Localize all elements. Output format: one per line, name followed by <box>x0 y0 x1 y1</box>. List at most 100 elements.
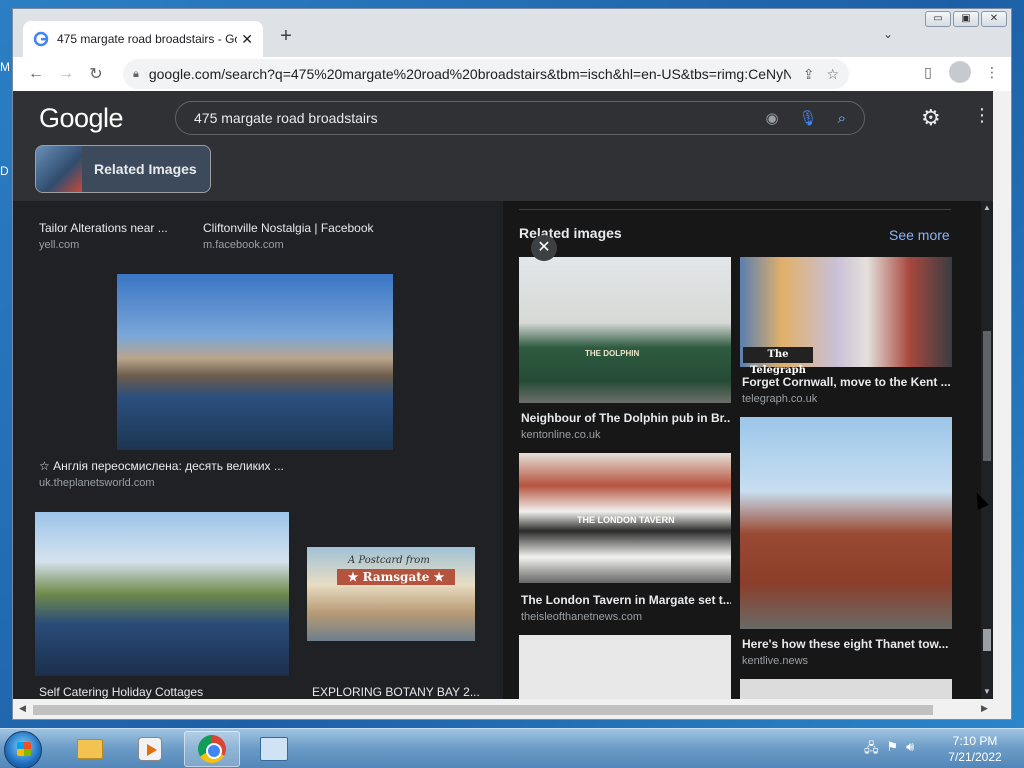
tab-title: 475 margate road broadstairs - Google Se… <box>57 32 237 46</box>
related-images-chip[interactable]: Related Images <box>35 145 211 193</box>
image-results: Tailor Alterations near ... yell.com Cli… <box>13 201 493 699</box>
see-more-link[interactable]: See more <box>889 227 950 243</box>
profile-avatar-icon[interactable] <box>949 61 971 83</box>
clock-date: 7/21/2022 <box>948 750 1002 764</box>
result-title[interactable]: Self Catering Holiday Cottages <box>39 685 203 699</box>
chip-label: Related Images <box>94 161 197 177</box>
windows-logo-icon <box>17 742 31 756</box>
chrome-icon <box>198 735 226 763</box>
close-icon[interactable]: ✕ <box>531 235 557 261</box>
minimize-button[interactable]: ▭ <box>925 11 951 27</box>
close-window-button[interactable]: ✕ <box>981 11 1007 27</box>
scroll-up-icon[interactable]: ▲ <box>983 203 991 212</box>
reload-icon[interactable]: ↻ <box>81 59 111 89</box>
tab-strip: 475 margate road broadstairs - Google Se… <box>13 9 1011 57</box>
scrollbar-thumb-secondary[interactable] <box>983 629 991 651</box>
result-source[interactable]: yell.com <box>39 239 79 251</box>
related-source[interactable]: theisleofthanetnews.com <box>521 611 642 623</box>
side-panel-icon[interactable]: ▯ <box>917 64 939 81</box>
result-source[interactable]: m.facebook.com <box>203 239 284 251</box>
action-center-flag-icon[interactable]: ⚑ <box>887 739 899 761</box>
new-tab-button[interactable]: + <box>275 25 297 48</box>
share-icon[interactable]: ⇪ <box>803 66 815 83</box>
result-title[interactable]: Cliftonville Nostalgia | Facebook <box>203 221 374 235</box>
browser-tab[interactable]: 475 margate road broadstairs - Google Se… <box>23 21 263 57</box>
scroll-down-icon[interactable]: ▼ <box>983 687 991 696</box>
related-title[interactable]: Here's how these eight Thanet tow... <box>742 637 952 651</box>
scrollbar-thumb[interactable] <box>983 331 991 461</box>
panel-divider <box>519 209 951 210</box>
search-box[interactable]: 475 margate road broadstairs ◉ 🎙︎ ⌕ <box>175 101 865 135</box>
back-icon[interactable]: ← <box>21 59 51 89</box>
related-image-tower[interactable] <box>519 635 731 699</box>
toolbar-right: ▯ ⋮ <box>917 61 1003 83</box>
related-title[interactable]: Neighbour of The Dolphin pub in Br... <box>521 411 731 425</box>
url-text[interactable]: google.com/search?q=475%20margate%20road… <box>149 66 791 82</box>
google-logo[interactable]: Google <box>39 103 124 134</box>
result-title[interactable]: EXPLORING BOTANY BAY 2... <box>312 685 480 699</box>
clock[interactable]: 7:10 PM 7/21/2022 <box>940 733 1010 765</box>
google-favicon-icon <box>33 31 49 47</box>
taskbar-control-panel[interactable] <box>246 731 302 767</box>
clock-time: 7:10 PM <box>952 734 998 748</box>
postcard-title: A Postcard from <box>348 555 430 566</box>
tab-search-icon[interactable]: ⌄ <box>883 27 893 41</box>
related-image-partial[interactable] <box>740 679 952 699</box>
network-icon[interactable]: 🖧︎ <box>864 739 879 761</box>
browser-window: 475 margate road broadstairs - Google Se… <box>12 8 1012 720</box>
gear-icon[interactable]: ⚙ <box>921 105 941 131</box>
panel-scrollbar[interactable]: ▲ ▼ <box>981 201 993 699</box>
related-source[interactable]: kentonline.co.uk <box>521 429 601 441</box>
microphone-icon[interactable]: 🎙︎ <box>799 109 818 127</box>
chip-thumbnail <box>36 146 82 192</box>
result-title[interactable]: ☆ Англія переосмислена: десять великих .… <box>39 459 284 473</box>
search-icon[interactable]: ⌕ <box>838 110 846 127</box>
lock-icon[interactable]: 🔒︎ <box>133 68 139 81</box>
system-tray: 🖧︎ ⚑ 🔊︎ <box>864 739 914 761</box>
scroll-right-icon[interactable]: ▶ <box>981 703 988 714</box>
apps-grid-icon[interactable]: ⋮⋮⋮ <box>973 105 993 126</box>
related-source[interactable]: telegraph.co.uk <box>742 393 817 405</box>
related-images-panel: Related images See more THE DOLPHIN ✕ Th… <box>503 201 981 699</box>
forward-icon[interactable]: → <box>51 59 81 89</box>
result-title[interactable]: Tailor Alterations near ... <box>39 221 168 235</box>
related-title[interactable]: The London Tavern in Margate set t... <box>521 593 731 607</box>
taskbar: 🖧︎ ⚑ 🔊︎ 7:10 PM 7/21/2022 <box>0 728 1024 768</box>
folder-icon <box>77 739 103 759</box>
camera-lens-icon[interactable]: ◉ <box>765 109 778 127</box>
control-panel-icon <box>260 737 288 761</box>
google-header: Google 475 margate road broadstairs ◉ 🎙︎… <box>13 91 993 201</box>
start-button[interactable] <box>4 731 42 768</box>
search-input[interactable]: 475 margate road broadstairs <box>194 110 745 126</box>
related-title[interactable]: Forget Cornwall, move to the Kent ... <box>742 375 952 389</box>
tavern-sign-text: THE LONDON TAVERN <box>577 515 675 525</box>
result-image-harbour[interactable] <box>117 274 393 450</box>
window-controls: ▭ ▣ ✕ <box>925 11 1007 27</box>
browser-menu-icon[interactable]: ⋮ <box>981 64 1003 81</box>
horizontal-scrollbar[interactable]: ◀ ▶ <box>13 699 1011 719</box>
desktop-icon-label: D <box>0 164 9 178</box>
pub-sign-text: THE DOLPHIN <box>585 349 640 358</box>
related-image-dolphin-pub[interactable] <box>519 257 731 403</box>
result-image-canal[interactable] <box>35 512 289 676</box>
page-scrollbar[interactable] <box>993 91 1011 699</box>
postcard-banner: ★ Ramsgate ★ <box>337 569 455 585</box>
bookmark-star-icon[interactable]: ☆ <box>826 66 839 83</box>
scroll-left-icon[interactable]: ◀ <box>19 703 26 714</box>
horizontal-scrollbar-thumb[interactable] <box>33 705 933 715</box>
related-source[interactable]: kentlive.news <box>742 655 808 667</box>
google-images-page: Google 475 margate road broadstairs ◉ 🎙︎… <box>13 91 993 699</box>
desktop-icon-label: M <box>0 60 10 74</box>
telegraph-badge: The Telegraph <box>743 347 813 376</box>
taskbar-chrome[interactable] <box>184 731 240 767</box>
maximize-button[interactable]: ▣ <box>953 11 979 27</box>
media-player-icon <box>138 737 162 761</box>
related-image-thanet-sign[interactable] <box>740 417 952 629</box>
taskbar-media-player[interactable] <box>122 731 178 767</box>
address-bar[interactable]: 🔒︎ google.com/search?q=475%20margate%20r… <box>123 59 849 89</box>
volume-icon[interactable]: 🔊︎ <box>906 739 914 761</box>
browser-toolbar: ← → ↻ 🔒︎ google.com/search?q=475%20marga… <box>13 57 1011 91</box>
result-source[interactable]: uk.theplanetsworld.com <box>39 477 155 489</box>
tab-close-icon[interactable]: ✕ <box>241 31 253 48</box>
taskbar-explorer[interactable] <box>62 731 118 767</box>
